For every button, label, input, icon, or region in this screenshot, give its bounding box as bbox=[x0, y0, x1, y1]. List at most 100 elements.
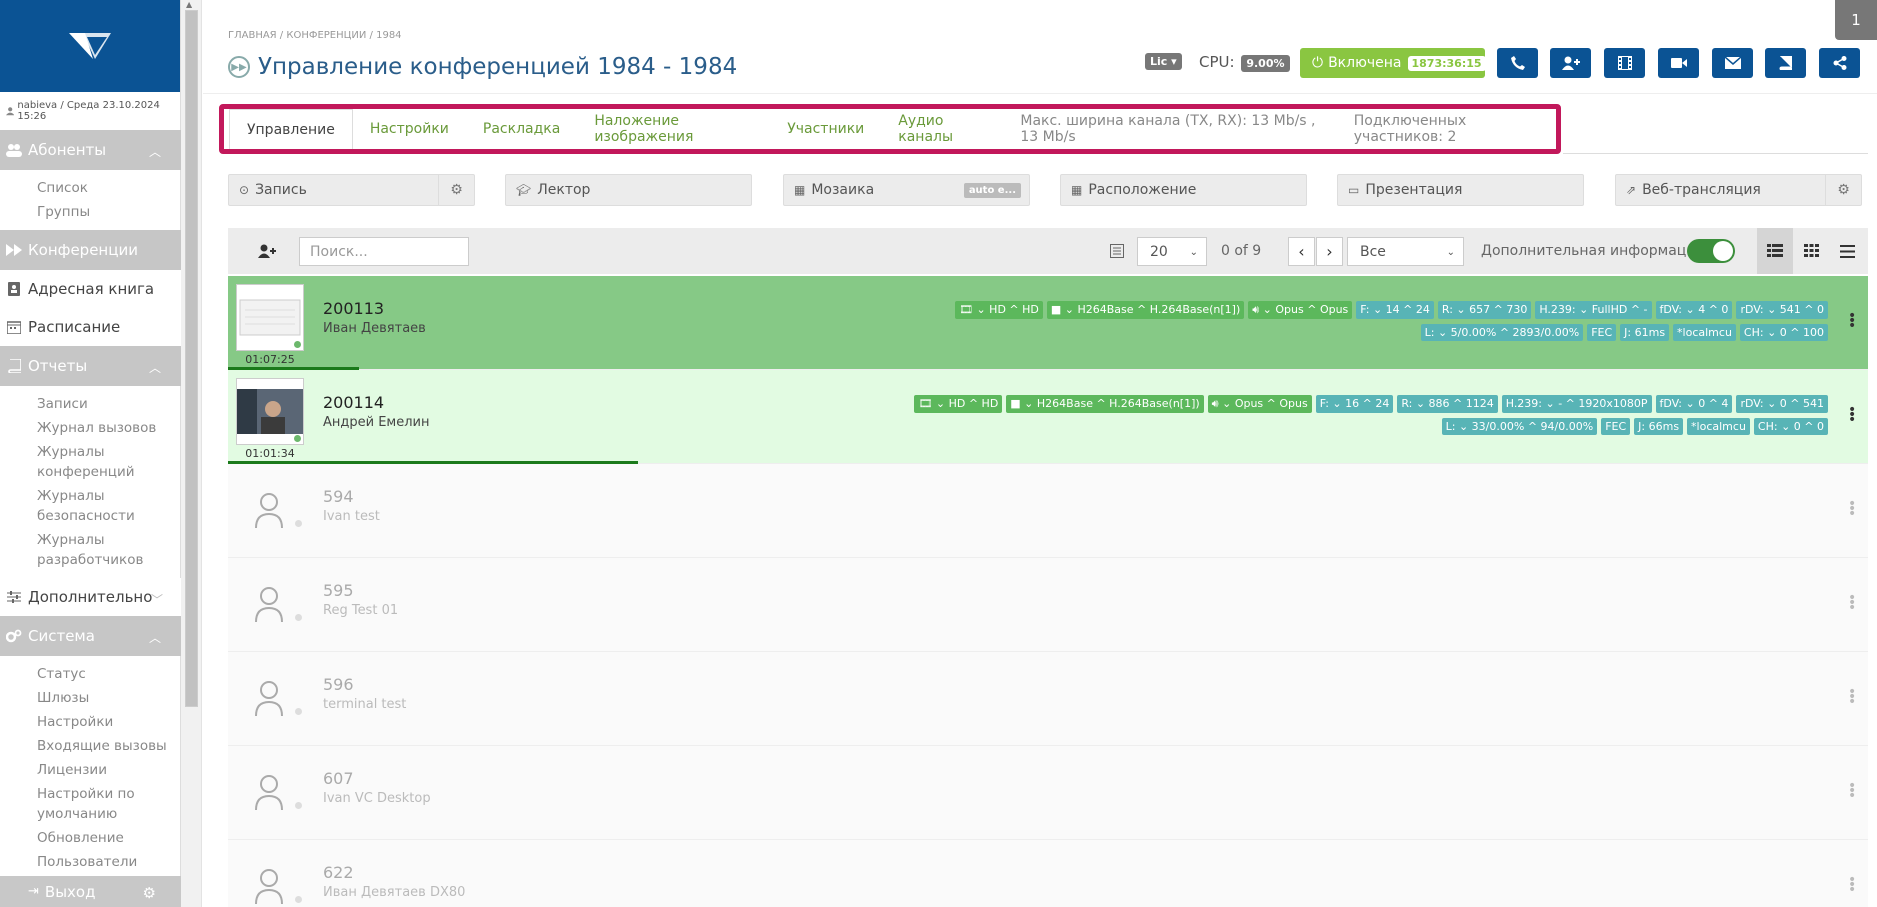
view-compact-button[interactable] bbox=[1829, 228, 1865, 274]
nav-item-settings[interactable]: Настройки bbox=[37, 710, 171, 734]
call-button[interactable] bbox=[1497, 48, 1538, 78]
presentation-button[interactable]: ▭ Презентация bbox=[1337, 174, 1584, 206]
nav-subscribers[interactable]: Абоненты ︿ bbox=[0, 130, 181, 170]
h239-tag: H.239: ⌄ FullHD ^ - bbox=[1535, 301, 1652, 319]
nav-item-security-logs[interactable]: Журналы безопасности bbox=[37, 484, 171, 528]
cpu-indicator: CPU: 9.00% bbox=[1199, 53, 1290, 72]
nav-item-developer-logs[interactable]: Журналы разработчиков bbox=[37, 528, 171, 572]
nav-item-call-log[interactable]: Журнал вызовов bbox=[37, 416, 171, 440]
lic-dropdown[interactable]: Lic ▾ bbox=[1145, 53, 1182, 70]
fec-tag: FEC bbox=[1587, 324, 1617, 341]
breadcrumb[interactable]: ГЛАВНАЯ / КОНФЕРЕНЦИИ / 1984 bbox=[228, 30, 402, 41]
more-options-icon[interactable]: • • • bbox=[1848, 309, 1856, 333]
view-grid-button[interactable] bbox=[1793, 228, 1829, 274]
record-settings-gear-icon[interactable]: ⚙ bbox=[438, 175, 474, 205]
participant-row[interactable]: 622 Иван Девятаев DX80 • • • bbox=[228, 840, 1868, 907]
more-options-icon[interactable]: • • • bbox=[1848, 591, 1856, 615]
tab-audio-channels[interactable]: Аудио каналы bbox=[881, 109, 1003, 149]
tab-participants[interactable]: Участники bbox=[770, 109, 881, 149]
participant-row[interactable]: 01:07:25 200113 Иван Девятаев 🎞︎ ⌄ HD ^ … bbox=[228, 276, 1868, 370]
chevron-up-icon[interactable]: ︿ bbox=[149, 143, 161, 160]
mosaic-button[interactable]: ▦ Мозаика auto e... bbox=[783, 174, 1030, 206]
media-button[interactable] bbox=[1604, 48, 1645, 78]
book-button[interactable] bbox=[1765, 48, 1806, 78]
nav-item-incoming-calls[interactable]: Входящие вызовы bbox=[37, 734, 171, 758]
logout-button[interactable]: Выход bbox=[45, 883, 96, 901]
email-button[interactable] bbox=[1712, 48, 1753, 78]
more-options-icon[interactable]: • • • bbox=[1848, 685, 1856, 709]
nav-item-list[interactable]: Список bbox=[37, 176, 171, 200]
tab-layout[interactable]: Раскладка bbox=[466, 109, 577, 149]
nav-address-book[interactable]: Адресная книга bbox=[0, 270, 181, 308]
nav-additional[interactable]: Дополнительно ﹀ bbox=[0, 578, 181, 616]
filter-select[interactable]: Все ⌄ bbox=[1347, 237, 1464, 266]
webcast-button[interactable]: ⇗ Веб-трансляция ⚙ bbox=[1615, 174, 1862, 206]
nav-item-status[interactable]: Статус bbox=[37, 662, 171, 686]
share-button[interactable] bbox=[1819, 48, 1860, 78]
nav-schedule[interactable]: Расписание bbox=[0, 308, 181, 346]
view-list-button[interactable] bbox=[1757, 228, 1793, 274]
nav-item-gateways[interactable]: Шлюзы bbox=[37, 686, 171, 710]
chevron-up-icon[interactable]: ︿ bbox=[149, 359, 161, 376]
list-alt-icon[interactable] bbox=[1110, 243, 1124, 262]
nav-item-update[interactable]: Обновление bbox=[37, 826, 171, 850]
additional-info-toggle[interactable] bbox=[1687, 239, 1735, 263]
record-icon: ⊙ bbox=[239, 183, 250, 197]
notification-count[interactable]: 1 bbox=[1835, 0, 1877, 40]
conference-tabs: Управление Настройки Раскладка Наложение… bbox=[219, 104, 1561, 154]
participant-thumbnail[interactable] bbox=[236, 284, 304, 351]
add-user-icon[interactable] bbox=[258, 243, 276, 262]
more-options-icon[interactable]: • • • bbox=[1848, 497, 1856, 521]
presentation-label: Презентация bbox=[1365, 182, 1463, 198]
nav-item-users[interactable]: Пользователи bbox=[37, 850, 171, 874]
sidebar-scrollbar[interactable]: ▲ bbox=[181, 0, 202, 907]
nav-item-records[interactable]: Записи bbox=[37, 392, 171, 416]
add-participant-button[interactable] bbox=[1550, 48, 1591, 78]
logo[interactable] bbox=[0, 0, 180, 92]
scroll-up-icon[interactable]: ▲ bbox=[186, 0, 192, 9]
tab-settings[interactable]: Настройки bbox=[353, 109, 466, 149]
search-input[interactable]: Поиск... bbox=[299, 237, 469, 266]
participant-row[interactable]: 607 Ivan VC Desktop • • • bbox=[228, 746, 1868, 840]
chevron-up-icon[interactable]: ︿ bbox=[149, 629, 161, 646]
participant-row[interactable]: 01:01:34 200114 Андрей Емелин 🎞︎ ⌄ HD ^ … bbox=[228, 370, 1868, 464]
rdv-tag: rDV: ⌄ 0 ^ 541 bbox=[1736, 395, 1828, 413]
page-size-select[interactable]: 20 ⌄ bbox=[1137, 237, 1207, 266]
participant-row[interactable]: 596 terminal test • • • bbox=[228, 652, 1868, 746]
gear-icon[interactable]: ⚙ bbox=[143, 884, 156, 902]
participant-row[interactable]: 595 Reg Test 01 • • • bbox=[228, 558, 1868, 652]
mosaic-mode-badge: auto e... bbox=[963, 183, 1021, 198]
layout-icon: ▦ bbox=[1071, 183, 1083, 197]
tab-image-overlay[interactable]: Наложение изображения bbox=[577, 109, 770, 149]
layout-button[interactable]: ▦ Расположение bbox=[1060, 174, 1307, 206]
nav-system[interactable]: Система ︿ bbox=[0, 616, 181, 656]
video-codec-tag: ■ ⌄ H264Base ^ H.264Base(n[1]) bbox=[1046, 301, 1245, 319]
more-options-icon[interactable]: • • • bbox=[1848, 403, 1856, 427]
chevron-down-icon[interactable]: ﹀ bbox=[151, 591, 163, 608]
add-user-icon bbox=[1561, 56, 1580, 70]
nav-conferences[interactable]: Конференции bbox=[0, 230, 181, 270]
jitter-tag: J: 61ms bbox=[1620, 324, 1670, 341]
lector-button[interactable]: 🎓︎ Лектор bbox=[505, 174, 752, 206]
nav-item-licenses[interactable]: Лицензии bbox=[37, 758, 171, 782]
nav-item-groups[interactable]: Группы bbox=[37, 200, 171, 224]
nav-item-conference-logs[interactable]: Журналы конференций bbox=[37, 440, 171, 484]
nav-item-default-settings[interactable]: Настройки по умолчанию bbox=[37, 782, 171, 826]
prev-page-button[interactable]: ‹ bbox=[1288, 237, 1315, 266]
more-options-icon[interactable]: • • • bbox=[1848, 779, 1856, 803]
nav-system-label: Система bbox=[28, 627, 95, 645]
nav-reports[interactable]: Отчеты ︿ bbox=[0, 346, 181, 386]
participant-thumbnail[interactable] bbox=[236, 378, 304, 445]
scrollbar-thumb[interactable] bbox=[185, 10, 198, 707]
stats-line-2: L: ⌄ 33/0.00% ^ 94/0.00% FEC J: 66ms *lo… bbox=[1441, 418, 1828, 435]
main-content: ГЛАВНАЯ / КОНФЕРЕНЦИИ / 1984 ▶▶ Управлен… bbox=[203, 0, 1877, 907]
video-button[interactable] bbox=[1658, 48, 1699, 78]
conference-status-button[interactable]: ⏻ Включена 1873:36:15 bbox=[1300, 48, 1486, 78]
participant-row[interactable]: 594 Ivan test • • • bbox=[228, 464, 1868, 558]
page-title: ▶▶ Управление конференцией 1984 - 1984 bbox=[228, 54, 737, 80]
more-options-icon[interactable]: • • • bbox=[1848, 873, 1856, 897]
tab-management[interactable]: Управление bbox=[229, 109, 353, 149]
next-page-button[interactable]: › bbox=[1316, 237, 1343, 266]
record-button[interactable]: ⊙ Запись ⚙ bbox=[228, 174, 475, 206]
webcast-settings-gear-icon[interactable]: ⚙ bbox=[1825, 175, 1861, 205]
